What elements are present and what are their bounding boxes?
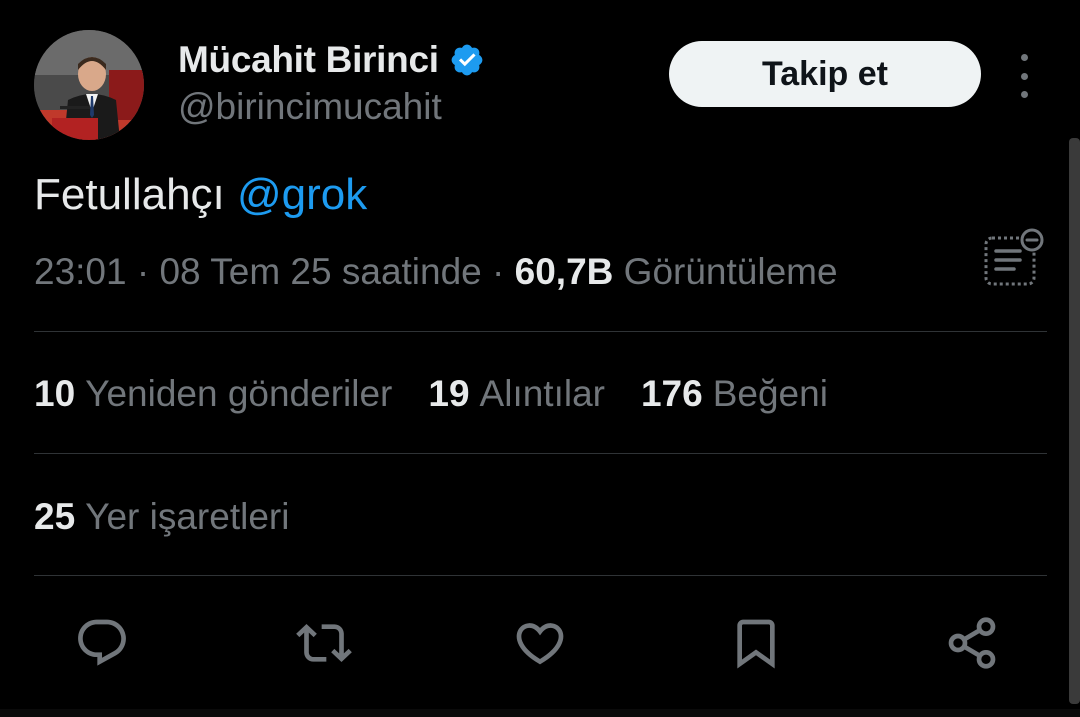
- reposts-count: 10: [34, 373, 76, 414]
- divider: [34, 575, 1047, 576]
- divider: [34, 453, 1047, 454]
- quotes-count: 19: [428, 373, 470, 414]
- tweet-time[interactable]: 23:01: [34, 251, 127, 292]
- display-name[interactable]: Mücahit Birinci: [178, 39, 439, 81]
- likes-label: Beğeni: [712, 373, 828, 414]
- tweet-meta: 23:01 · 08 Tem 25 saatinde · 60,7B Görün…: [34, 251, 838, 293]
- retweet-icon[interactable]: [296, 615, 352, 671]
- tweet-header: Mücahit Birinci @birincimucahit Takip et: [34, 30, 1044, 142]
- reposts-label: Yeniden gönderiler: [85, 373, 393, 414]
- like-icon[interactable]: [512, 615, 568, 671]
- bookmarks-count: 25: [34, 496, 76, 537]
- reposts-stat[interactable]: 10 Yeniden gönderiler: [34, 373, 392, 415]
- likes-count: 176: [640, 373, 703, 414]
- scrollbar[interactable]: [1069, 138, 1080, 704]
- follow-button[interactable]: Takip et: [669, 41, 981, 107]
- tweet-date[interactable]: 08 Tem 25 saatinde: [159, 251, 481, 292]
- meta-separator-2: ·: [492, 251, 505, 292]
- avatar[interactable]: [34, 30, 144, 140]
- mention-link[interactable]: @grok: [237, 170, 367, 219]
- share-icon[interactable]: [944, 615, 1000, 671]
- stats-row: 10 Yeniden gönderiler 19 Alıntılar 176 Beğe…: [34, 373, 864, 415]
- bookmarks-label: Yer işaretleri: [85, 496, 290, 537]
- views-count: 60,7B: [514, 251, 614, 292]
- meta-separator: ·: [136, 251, 150, 292]
- name-row: Mücahit Birinci: [178, 38, 485, 82]
- tweet-text: Fetullahçı @grok: [34, 170, 367, 220]
- avatar-image: [34, 30, 144, 140]
- bottom-edge: [0, 709, 1080, 717]
- quotes-stat[interactable]: 19 Alıntılar: [428, 373, 605, 415]
- likes-stat[interactable]: 176 Beğeni: [641, 373, 828, 415]
- user-handle[interactable]: @birincimucahit: [178, 86, 442, 128]
- divider: [34, 331, 1047, 332]
- reply-icon[interactable]: [74, 615, 130, 671]
- views-label: Görüntüleme: [623, 251, 838, 292]
- bookmarks-stat[interactable]: 25 Yer işaretleri: [34, 496, 289, 538]
- tweet-body: Fetullahçı: [34, 170, 225, 219]
- quotes-label: Alıntılar: [479, 373, 605, 414]
- bookmark-icon[interactable]: [728, 615, 784, 671]
- verified-badge-icon[interactable]: [449, 42, 485, 78]
- more-options-icon[interactable]: [1012, 54, 1036, 98]
- community-note-icon[interactable]: [980, 226, 1046, 292]
